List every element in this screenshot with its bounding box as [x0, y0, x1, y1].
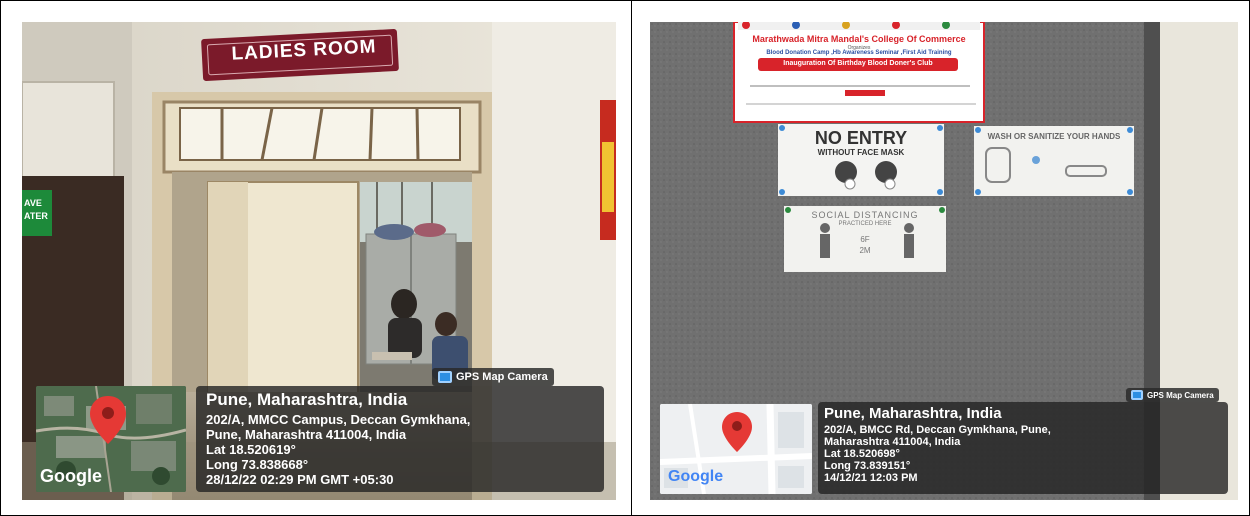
location-info-box: Pune, Maharashtra, India 202/A, MMCC Cam… — [196, 386, 604, 492]
google-logo: Google — [40, 466, 102, 486]
banner-highlight: Inauguration Of Birthday Blood Doner's C… — [783, 60, 933, 67]
svg-text:ATER: ATER — [24, 211, 48, 221]
poster-no-entry-title: NO ENTRY — [814, 128, 908, 148]
longitude: Long 73.838668° — [206, 457, 309, 472]
latitude: Lat 18.520619° — [206, 442, 296, 457]
poster-wash-title: WASH OR SANITIZE YOUR HANDS — [987, 132, 1121, 141]
latitude: Lat 18.520698° — [824, 448, 900, 460]
panel-divider — [631, 0, 632, 516]
poster-distancing-title: SOCIAL DISTANCING — [811, 210, 919, 220]
address-line-1: 202/A, MMCC Campus, Deccan Gymkhana, — [206, 412, 471, 427]
camera-icon — [1131, 390, 1143, 400]
poster-distance-m: 2M — [859, 246, 871, 255]
datetime: 14/12/21 12:03 PM — [824, 472, 918, 484]
map-thumbnail-roadmap: Google — [660, 404, 812, 494]
gps-map-camera-tag: GPS Map Camera — [432, 368, 554, 386]
address-line-2: Pune, Maharashtra 411004, India — [206, 427, 407, 442]
map-pin-icon — [90, 396, 126, 444]
poster-distance-ft: 6F — [860, 235, 870, 244]
map-thumbnail-satellite: Google — [36, 386, 186, 492]
location-info-box-right: Pune, Maharashtra, India 202/A, BMCC Rd,… — [818, 402, 1228, 494]
poster-no-entry-sub: WITHOUT FACE MASK — [817, 148, 905, 157]
banner-event: Blood Donation Camp ,Hb Awareness Semina… — [766, 50, 952, 56]
map-pin-icon — [722, 412, 752, 452]
camera-icon — [438, 371, 452, 383]
gps-tag-label: GPS Map Camera — [1147, 390, 1214, 400]
banner-org: Marathwada Mitra Mandal's College Of Com… — [752, 34, 966, 44]
longitude: Long 73.839151° — [824, 460, 911, 472]
address-line-1: 202/A, BMCC Rd, Deccan Gymkhana, Pune, — [824, 424, 1051, 436]
gps-tag-label: GPS Map Camera — [456, 371, 548, 383]
location-title: Pune, Maharashtra, India — [824, 405, 1002, 422]
datetime: 28/12/22 02:29 PM GMT +05:30 — [206, 472, 394, 487]
google-logo: Google — [668, 468, 724, 485]
poster-distancing-sub: PRACTICED HERE — [838, 221, 892, 227]
gps-map-camera-tag-right: GPS Map Camera — [1126, 388, 1219, 402]
address-line-2: Maharashtra 411004, India — [824, 436, 961, 448]
location-title: Pune, Maharashtra, India — [206, 390, 408, 409]
svg-text:AVE: AVE — [24, 198, 42, 208]
